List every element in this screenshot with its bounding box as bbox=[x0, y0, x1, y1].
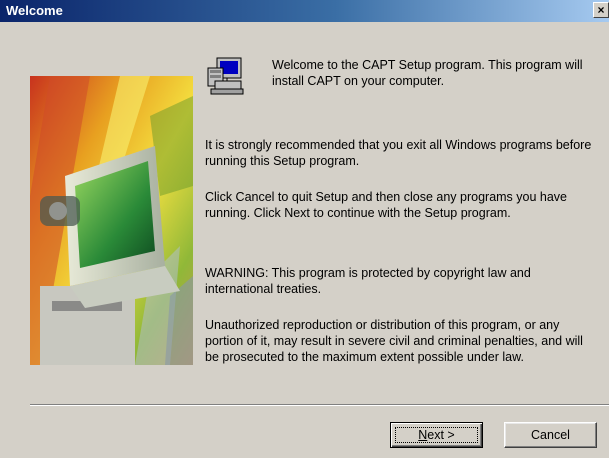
unauthorized-text: Unauthorized reproduction or distributio… bbox=[205, 318, 583, 364]
cancel-button[interactable]: Cancel bbox=[504, 422, 597, 448]
computer-artwork bbox=[30, 76, 193, 365]
setup-dialog: Welcome × Welcome to the CAPT Setup prog… bbox=[0, 0, 609, 458]
setup-computer-icon bbox=[205, 55, 247, 97]
window-title: Welcome bbox=[6, 3, 63, 18]
welcome-message: Welcome to the CAPT Setup program. This … bbox=[272, 58, 583, 88]
next-button[interactable]: Next > bbox=[390, 422, 483, 448]
title-bar[interactable]: Welcome × bbox=[0, 0, 609, 22]
recommendation-text: It is strongly recommended that you exit… bbox=[205, 138, 592, 168]
close-icon: × bbox=[597, 3, 605, 17]
separator bbox=[30, 404, 609, 406]
close-button[interactable]: × bbox=[593, 2, 609, 18]
artwork-svg bbox=[30, 76, 193, 365]
instructions-text: Click Cancel to quit Setup and then clos… bbox=[205, 190, 568, 220]
focus-rect bbox=[395, 427, 478, 443]
warning-text: WARNING: This program is protected by co… bbox=[205, 266, 531, 296]
